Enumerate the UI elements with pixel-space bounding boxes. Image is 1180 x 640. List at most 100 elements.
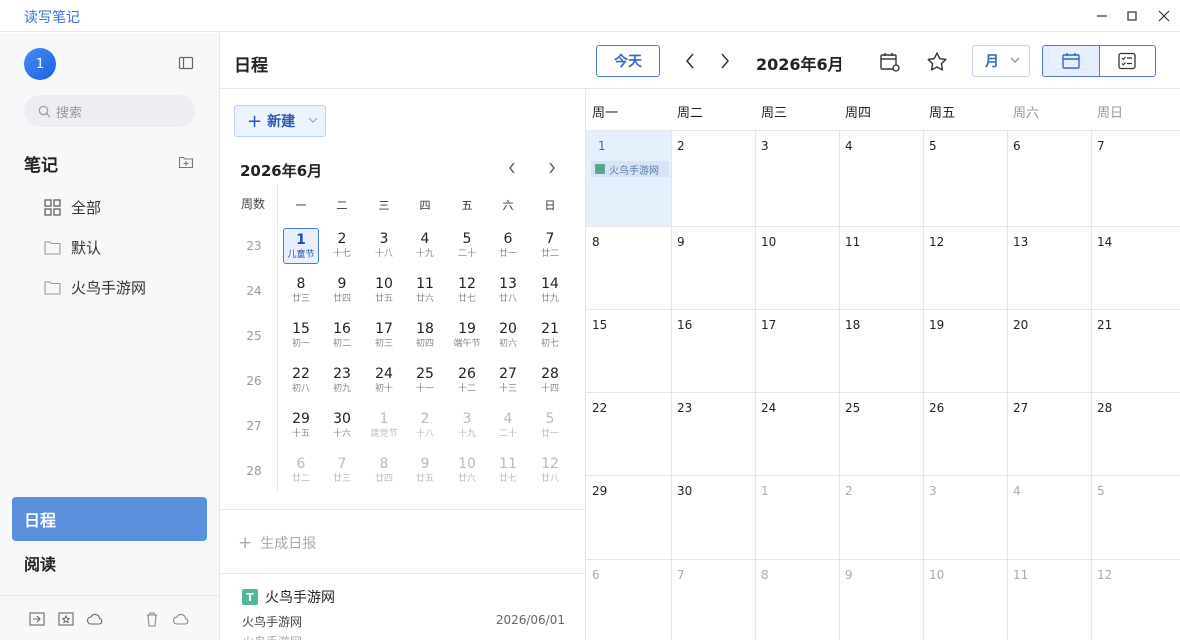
calendar-day-number[interactable]: 7 <box>677 568 685 582</box>
mini-day-cell[interactable]: 6 廿二 <box>283 453 319 489</box>
sidebar-toggle-icon[interactable] <box>178 55 194 71</box>
mini-day-cell[interactable]: 27 十三 <box>490 363 526 399</box>
calendar-day-number[interactable]: 1 <box>761 484 769 498</box>
calendar-settings-icon[interactable] <box>879 51 901 73</box>
calendar-day-number[interactable]: 10 <box>929 568 944 582</box>
mini-day-cell[interactable]: 9 廿四 <box>324 273 360 309</box>
calendar-day-number[interactable]: 6 <box>1013 139 1021 153</box>
close-button[interactable] <box>1154 6 1174 26</box>
mini-day-cell[interactable]: 2 十八 <box>407 408 443 444</box>
calendar-day-number[interactable]: 15 <box>592 318 607 332</box>
calendar-day-number[interactable]: 5 <box>1097 484 1105 498</box>
minimize-button[interactable] <box>1092 6 1112 26</box>
mini-day-cell[interactable]: 23 初九 <box>324 363 360 399</box>
calendar-day-number[interactable]: 27 <box>1013 401 1028 415</box>
calendar-day-number[interactable]: 6 <box>592 568 600 582</box>
mini-day-cell[interactable]: 16 初二 <box>324 318 360 354</box>
mini-day-cell[interactable]: 11 廿六 <box>407 273 443 309</box>
calendar-day-number[interactable]: 9 <box>677 235 685 249</box>
mini-day-cell[interactable]: 8 廿四 <box>366 453 402 489</box>
mini-day-cell[interactable]: 7 廿三 <box>324 453 360 489</box>
calendar-day-number[interactable]: 4 <box>1013 484 1021 498</box>
calendar-day-number[interactable]: 12 <box>929 235 944 249</box>
mini-day-cell[interactable]: 24 初十 <box>366 363 402 399</box>
calendar-day-number[interactable]: 1 <box>598 139 606 153</box>
calendar-day-number[interactable]: 5 <box>929 139 937 153</box>
calendar-day-number[interactable]: 3 <box>929 484 937 498</box>
mini-day-cell[interactable]: 4 二十 <box>490 408 526 444</box>
calendar-day-number[interactable]: 7 <box>1097 139 1105 153</box>
mini-day-cell[interactable]: 6 廿一 <box>490 228 526 264</box>
calendar-view-button[interactable] <box>1043 46 1100 76</box>
calendar-day-number[interactable]: 9 <box>845 568 853 582</box>
avatar[interactable]: 1 <box>24 48 56 80</box>
mini-day-cell[interactable]: 12 廿八 <box>532 453 568 489</box>
mini-day-cell[interactable]: 25 十一 <box>407 363 443 399</box>
trash-icon[interactable] <box>143 610 161 628</box>
mini-day-cell[interactable]: 28 十四 <box>532 363 568 399</box>
mini-day-cell[interactable]: 30 十六 <box>324 408 360 444</box>
calendar-day-number[interactable]: 11 <box>1013 568 1028 582</box>
cloud-icon[interactable] <box>172 610 190 628</box>
generate-report-button[interactable]: + 生成日报 <box>238 533 316 553</box>
mini-day-cell[interactable]: 26 十二 <box>449 363 485 399</box>
calendar-day-number[interactable]: 26 <box>929 401 944 415</box>
calendar-day-number[interactable]: 12 <box>1097 568 1112 582</box>
mini-day-cell[interactable]: 21 初七 <box>532 318 568 354</box>
mini-day-cell[interactable]: 7 廿二 <box>532 228 568 264</box>
mini-day-cell[interactable]: 3 十八 <box>366 228 402 264</box>
today-button[interactable]: 今天 <box>596 45 660 77</box>
next-month-button[interactable] <box>716 51 734 71</box>
calendar-day-number[interactable]: 16 <box>677 318 692 332</box>
calendar-day-number[interactable]: 17 <box>761 318 776 332</box>
calendar-day-number[interactable]: 25 <box>845 401 860 415</box>
calendar-day-number[interactable]: 14 <box>1097 235 1112 249</box>
search-input[interactable]: 搜索 <box>24 95 195 127</box>
sidebar-item-schedule[interactable]: 日程 <box>12 497 207 541</box>
calendar-day-number[interactable]: 10 <box>761 235 776 249</box>
mini-prev-month-button[interactable] <box>504 159 520 177</box>
mini-day-cell[interactable]: 2 十七 <box>324 228 360 264</box>
calendar-day-number[interactable]: 2 <box>845 484 853 498</box>
import-icon[interactable] <box>28 610 46 628</box>
calendar-day-number[interactable]: 28 <box>1097 401 1112 415</box>
calendar-day-number[interactable]: 23 <box>677 401 692 415</box>
calendar-day-number[interactable]: 11 <box>845 235 860 249</box>
sidebar-item-all[interactable]: 全部 <box>44 195 101 219</box>
calendar-day-number[interactable]: 30 <box>677 484 692 498</box>
calendar-day-number[interactable]: 4 <box>845 139 853 153</box>
calendar-day-number[interactable]: 18 <box>845 318 860 332</box>
mini-next-month-button[interactable] <box>544 159 560 177</box>
calendar-day-number[interactable]: 8 <box>592 235 600 249</box>
mini-day-cell[interactable]: 8 廿三 <box>283 273 319 309</box>
view-mode-select[interactable]: 月 <box>972 45 1030 77</box>
mini-day-cell[interactable]: 4 十九 <box>407 228 443 264</box>
checklist-view-button[interactable] <box>1100 46 1156 76</box>
mini-day-cell[interactable]: 1 儿童节 <box>283 228 319 264</box>
event-chip[interactable]: 火鸟手游网 <box>591 161 669 177</box>
mini-day-cell[interactable]: 3 十九 <box>449 408 485 444</box>
note-card-title[interactable]: T 火鸟手游网 <box>242 587 335 607</box>
sidebar-item-huoniao[interactable]: 火鸟手游网 <box>44 275 146 299</box>
mini-day-cell[interactable]: 11 廿七 <box>490 453 526 489</box>
calendar-day-number[interactable]: 29 <box>592 484 607 498</box>
maximize-button[interactable] <box>1122 6 1142 26</box>
mini-day-cell[interactable]: 5 二十 <box>449 228 485 264</box>
mini-day-cell[interactable]: 10 廿六 <box>449 453 485 489</box>
sidebar-item-default[interactable]: 默认 <box>44 235 101 259</box>
calendar-day-number[interactable]: 13 <box>1013 235 1028 249</box>
mini-day-cell[interactable]: 18 初四 <box>407 318 443 354</box>
mini-day-cell[interactable]: 1 建党节 <box>366 408 402 444</box>
calendar-day-number[interactable]: 8 <box>761 568 769 582</box>
prev-month-button[interactable] <box>681 51 699 71</box>
mini-day-cell[interactable]: 19 端午节 <box>449 318 485 354</box>
calendar-day-number[interactable]: 19 <box>929 318 944 332</box>
mini-day-cell[interactable]: 15 初一 <box>283 318 319 354</box>
mini-day-cell[interactable]: 20 初六 <box>490 318 526 354</box>
add-folder-icon[interactable] <box>178 154 194 170</box>
mini-day-cell[interactable]: 14 廿九 <box>532 273 568 309</box>
sidebar-item-reading[interactable]: 阅读 <box>12 541 207 585</box>
mini-day-cell[interactable]: 13 廿八 <box>490 273 526 309</box>
calendar-day-number[interactable]: 22 <box>592 401 607 415</box>
calendar-day-number[interactable]: 3 <box>761 139 769 153</box>
